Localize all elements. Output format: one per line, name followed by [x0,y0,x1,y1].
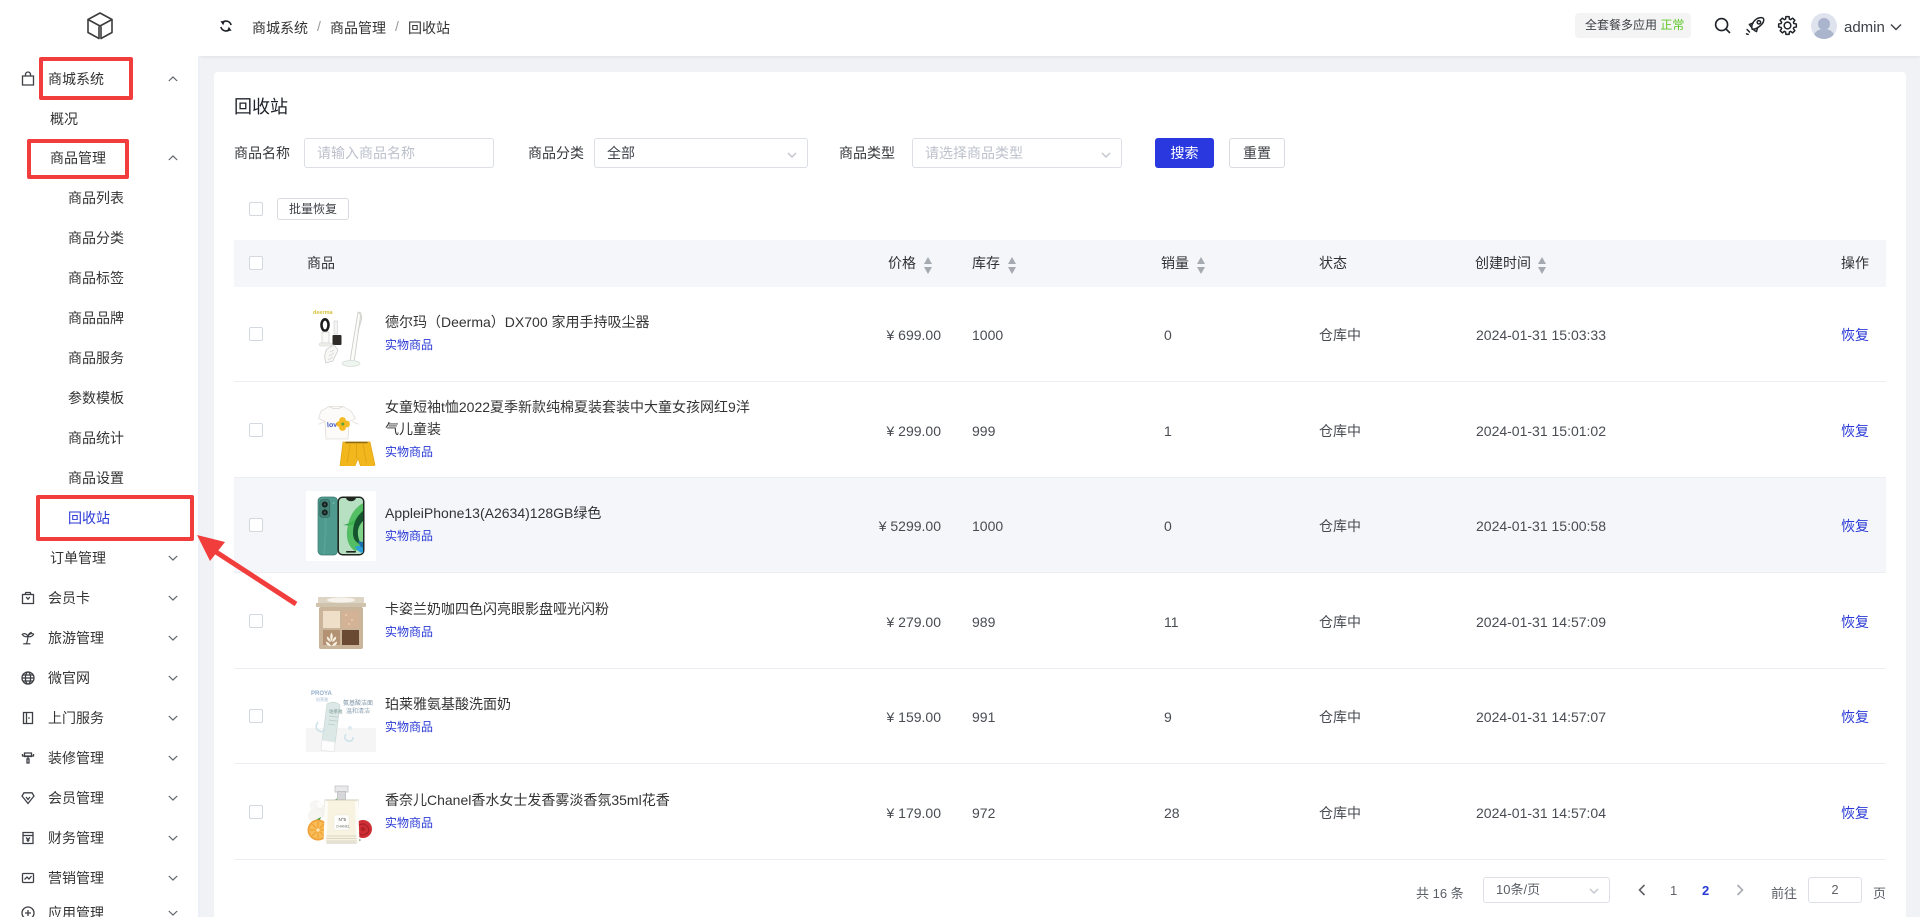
svg-text:N°5: N°5 [339,817,347,822]
svg-text:CHANEL: CHANEL [336,824,350,828]
svg-text:珀莱雅: 珀莱雅 [329,708,343,715]
svg-text:温和清洁: 温和清洁 [346,707,370,715]
svg-text:氨基酸洁面: 氨基酸洁面 [343,699,373,707]
svg-text:珀莱雅: 珀莱雅 [316,696,328,702]
svg-text:deerma: deerma [313,310,334,316]
